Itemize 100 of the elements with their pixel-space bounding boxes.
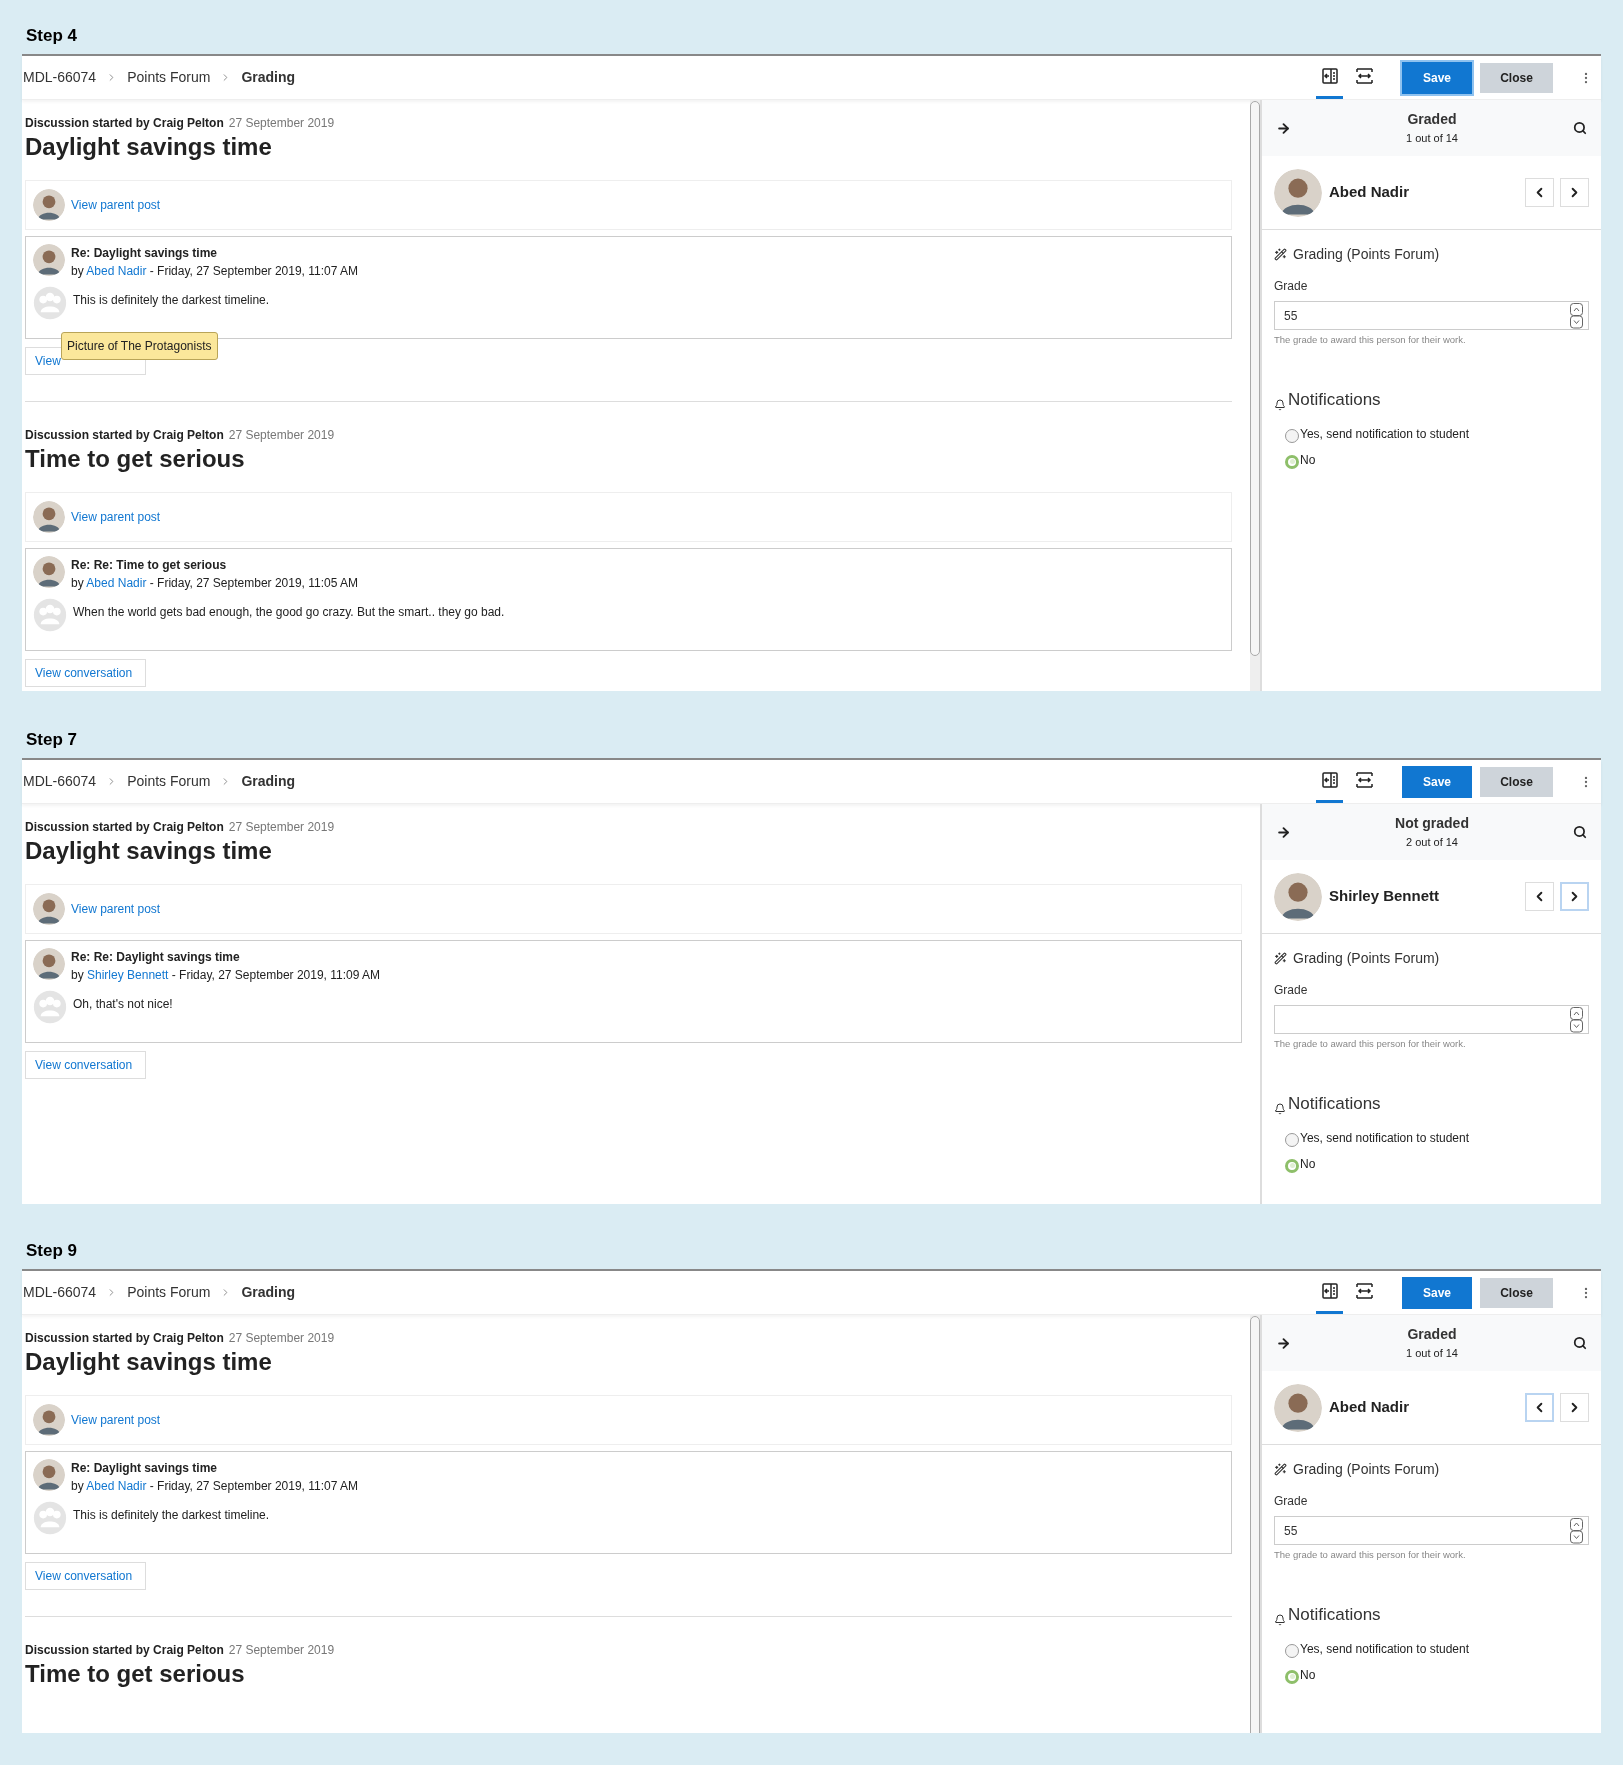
close-button[interactable]: Close xyxy=(1480,1277,1553,1308)
previous-student-button[interactable] xyxy=(1525,882,1554,911)
notifications-heading: Notifications xyxy=(1288,389,1381,412)
view-parent-post-link[interactable]: View parent post xyxy=(71,1411,161,1429)
spinner-arrows-icon[interactable] xyxy=(1570,302,1583,329)
student-position: 1 out of 14 xyxy=(1406,131,1458,147)
post-byline: by Abed Nadir - Friday, 27 September 2019, 11:07 AM xyxy=(71,263,359,280)
magic-wand-icon xyxy=(1274,248,1287,261)
save-button[interactable]: Save xyxy=(1402,61,1472,94)
discussion-date: 27 September 2019 xyxy=(228,1330,335,1347)
scrollbar[interactable] xyxy=(1250,1315,1260,1733)
next-student-button[interactable] xyxy=(1560,882,1589,911)
next-student-button[interactable] xyxy=(1560,178,1589,207)
grade-help-text: The grade to award this person for their work. xyxy=(1274,333,1467,347)
collapse-panel-icon xyxy=(1321,1283,1338,1299)
discussion-author-line: Discussion started by Craig Pelton xyxy=(25,1642,224,1659)
grade-help-text: The grade to award this person for their work. xyxy=(1274,1548,1467,1562)
save-button[interactable]: Save xyxy=(1402,765,1472,798)
notifications-heading: Notifications xyxy=(1288,1093,1381,1116)
breadcrumb-link[interactable]: MDL-66074 xyxy=(23,67,97,88)
grade-status: Graded xyxy=(1407,110,1457,130)
author-link[interactable]: Abed Nadir xyxy=(86,576,147,590)
discussion-title: Time to get serious xyxy=(25,444,246,474)
collapse-arrow-icon[interactable] xyxy=(1276,120,1291,136)
view-conversation-button[interactable]: View conversation xyxy=(25,1051,146,1079)
user-avatar xyxy=(33,501,65,533)
previous-student-button[interactable] xyxy=(1525,178,1554,207)
spinner-arrows-icon[interactable] xyxy=(1570,1006,1583,1033)
user-avatar xyxy=(33,1404,65,1436)
discussion-title: Daylight savings time xyxy=(25,1347,273,1377)
expand-width-icon xyxy=(1356,772,1373,788)
view-parent-post-link[interactable]: View parent post xyxy=(71,900,161,918)
grade-help-text: The grade to award this person for their work. xyxy=(1274,1037,1467,1051)
view-conversation-button[interactable]: View conversation xyxy=(25,1562,146,1590)
post-subject: Re: Daylight savings time xyxy=(71,1460,219,1477)
grade-status: Graded xyxy=(1407,1325,1457,1345)
user-avatar xyxy=(1274,872,1322,921)
grading-section-title: Grading (Points Forum) xyxy=(1293,949,1440,968)
post-message: When the world gets bad enough, the good go crazy. But the smart.. they go bad. xyxy=(73,604,505,621)
radio-button[interactable] xyxy=(1285,1643,1299,1658)
student-name: Shirley Bennett xyxy=(1329,886,1440,907)
radio-button[interactable] xyxy=(1285,1669,1299,1684)
user-avatar xyxy=(33,1459,65,1491)
search-icon[interactable] xyxy=(1573,1336,1587,1350)
post-subject: Re: Re: Time to get serious xyxy=(71,557,228,574)
radio-button[interactable] xyxy=(1285,1158,1299,1173)
discussion-author-line: Discussion started by Craig Pelton xyxy=(25,819,224,836)
next-student-button[interactable] xyxy=(1560,1393,1589,1422)
grade-status: Not graded xyxy=(1395,814,1469,834)
bell-icon xyxy=(1274,1613,1286,1626)
close-button[interactable]: Close xyxy=(1480,62,1553,93)
collapse-arrow-icon[interactable] xyxy=(1276,824,1291,840)
breadcrumb-link[interactable]: Grading xyxy=(241,1282,296,1303)
grading-section-title: Grading (Points Forum) xyxy=(1293,1460,1440,1479)
breadcrumb-link[interactable]: MDL-66074 xyxy=(23,1282,97,1303)
radio-button[interactable] xyxy=(1285,428,1299,443)
discussion-author-line: Discussion started by Craig Pelton xyxy=(25,1330,224,1347)
discussion-title: Time to get serious xyxy=(25,1659,246,1689)
discussion-date: 27 September 2019 xyxy=(228,1642,335,1659)
radio-button[interactable] xyxy=(1285,1132,1299,1147)
notifications-heading: Notifications xyxy=(1288,1604,1381,1627)
view-parent-post-link[interactable]: View parent post xyxy=(71,196,161,214)
student-name: Abed Nadir xyxy=(1329,182,1409,203)
breadcrumb-link[interactable]: Points Forum xyxy=(127,771,211,792)
radio-label: Yes, send notification to student xyxy=(1300,1640,1469,1658)
view-parent-post-link[interactable]: View parent post xyxy=(71,508,161,526)
save-button[interactable]: Save xyxy=(1402,1276,1472,1309)
student-position: 2 out of 14 xyxy=(1406,835,1458,851)
author-link[interactable]: Abed Nadir xyxy=(86,1479,147,1493)
breadcrumb-link[interactable]: Points Forum xyxy=(127,67,211,88)
previous-student-button[interactable] xyxy=(1525,1393,1554,1422)
search-icon[interactable] xyxy=(1573,121,1587,135)
user-avatar xyxy=(1274,1383,1322,1432)
radio-button[interactable] xyxy=(1285,454,1299,469)
breadcrumb-link[interactable]: Grading xyxy=(241,771,296,792)
discussion-title: Daylight savings time xyxy=(25,836,273,866)
collapse-panel-icon xyxy=(1321,772,1338,788)
author-link[interactable]: Shirley Bennett xyxy=(87,968,169,982)
close-button[interactable]: Close xyxy=(1480,766,1553,797)
discussion-date: 27 September 2019 xyxy=(228,819,335,836)
user-avatar xyxy=(33,893,65,925)
radio-label: No xyxy=(1300,451,1316,469)
breadcrumb-link[interactable]: Grading xyxy=(241,67,296,88)
group-avatar-icon xyxy=(33,990,67,1024)
magic-wand-icon xyxy=(1274,1463,1287,1476)
author-link[interactable]: Abed Nadir xyxy=(86,264,147,278)
post-byline: by Abed Nadir - Friday, 27 September 2019, 11:07 AM xyxy=(71,1478,359,1495)
scrollbar[interactable] xyxy=(1250,100,1260,691)
view-conversation-button[interactable]: View conversation xyxy=(25,659,146,687)
grade-input[interactable] xyxy=(1274,1005,1589,1034)
collapse-arrow-icon[interactable] xyxy=(1276,1335,1291,1351)
breadcrumb-link[interactable]: MDL-66074 xyxy=(23,771,97,792)
radio-label: No xyxy=(1300,1666,1316,1684)
search-icon[interactable] xyxy=(1573,825,1587,839)
spinner-arrows-icon[interactable] xyxy=(1570,1517,1583,1544)
grade-input[interactable]: 55 xyxy=(1274,1516,1589,1545)
discussion-author-line: Discussion started by Craig Pelton xyxy=(25,115,224,132)
grade-input[interactable]: 55 xyxy=(1274,301,1589,330)
radio-label: Yes, send notification to student xyxy=(1300,1129,1469,1147)
breadcrumb-link[interactable]: Points Forum xyxy=(127,1282,211,1303)
